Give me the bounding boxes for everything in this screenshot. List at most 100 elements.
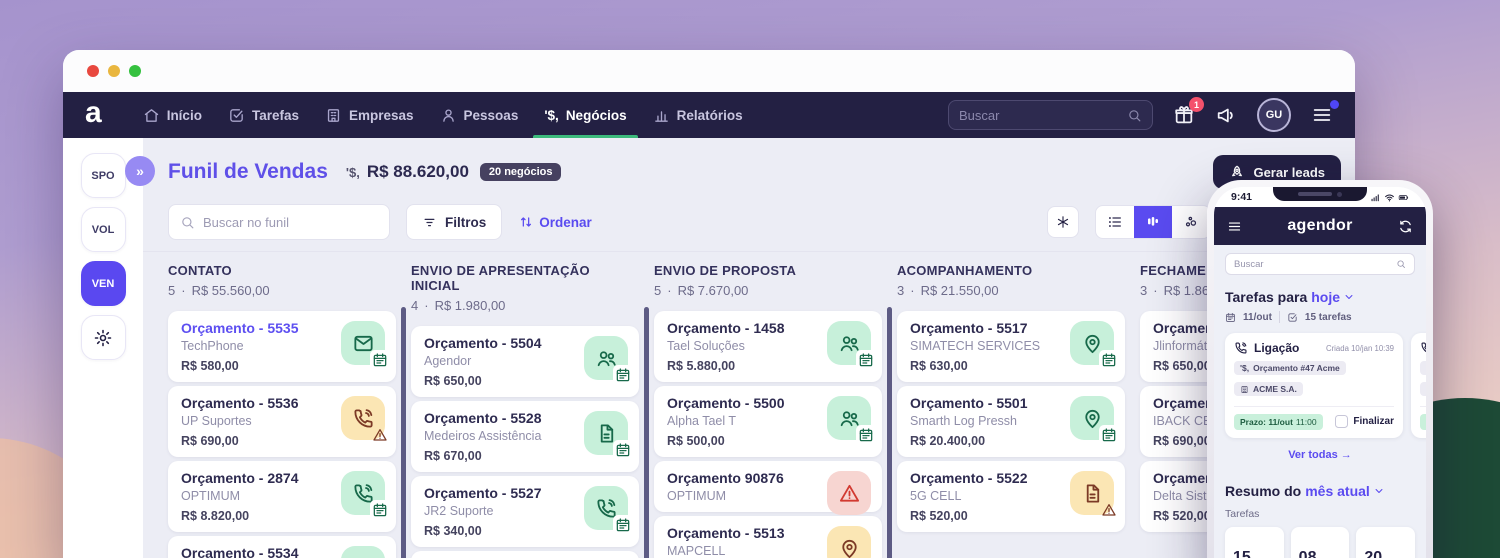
deal-card[interactable]: Orçamento - 1458Tael SoluçõesR$ 5.880,00 <box>654 311 882 382</box>
task-card[interactable]: Ligação Criada 10/jan 10:39 '$, Orçament… <box>1225 333 1403 438</box>
summary-card[interactable]: 20› <box>1356 527 1415 558</box>
calendar-badge-icon <box>856 425 876 445</box>
minimize-window-button[interactable] <box>108 65 120 77</box>
deal-status-icon <box>1070 396 1114 440</box>
deal-card[interactable]: Orçamento - 5534Stevuy <box>168 536 396 558</box>
deal-card[interactable]: Orçamento - 5501Smarth Log PresshR$ 20.4… <box>897 386 1125 457</box>
deal-card[interactable]: Orçamento - 5528Medeiros AssistênciaR$ 6… <box>411 401 639 472</box>
user-avatar[interactable]: GU <box>1257 98 1291 132</box>
finish-checkbox[interactable] <box>1335 415 1348 428</box>
column-scrollbar[interactable] <box>887 307 892 558</box>
column-sum: R$ 7.670,00 <box>678 283 749 298</box>
summary-heading-link[interactable]: mês atual <box>1305 483 1370 499</box>
bubble-view-button[interactable] <box>1172 206 1210 238</box>
task-card-partial[interactable]: Ligação Criada 10/jan 10:39 '$, Orçament… <box>1411 333 1426 438</box>
warn-icon <box>372 427 388 443</box>
filters-button[interactable]: Filtros <box>406 204 502 240</box>
nav-item-empresas[interactable]: Empresas <box>312 92 427 138</box>
deal-value: R$ 670,00 <box>424 449 569 464</box>
sidebar-funnel-vol[interactable]: VOL <box>81 207 126 252</box>
sort-button[interactable]: Ordenar <box>518 214 592 230</box>
column-sum: R$ 21.550,00 <box>921 283 999 298</box>
global-search-input[interactable]: Buscar <box>948 100 1153 130</box>
column-name: ENVIO DE PROPOSTA <box>654 263 882 278</box>
deal-status-icon <box>827 321 871 365</box>
summary-value: 20 <box>1364 549 1407 558</box>
menu-button[interactable] <box>1311 104 1333 126</box>
sidebar-funnel-ven[interactable]: VEN <box>81 261 126 306</box>
nav-item-inicio[interactable]: Início <box>130 92 215 138</box>
megaphone-icon <box>1215 104 1237 126</box>
nav-item-label: Negócios <box>566 108 627 123</box>
nav-item-tarefas[interactable]: Tarefas <box>215 92 312 138</box>
summary-card[interactable]: 15 <box>1225 527 1284 558</box>
deal-card[interactable]: Orçamento 90876OPTIMUM <box>654 461 882 512</box>
calendar-badge-icon <box>613 365 633 385</box>
deal-company: 5G CELL <box>910 489 1055 504</box>
column-scrollbar[interactable] <box>644 307 649 558</box>
sync-icon[interactable] <box>1398 219 1413 234</box>
phone-search-input[interactable]: Buscar <box>1225 253 1415 275</box>
deal-icon: '$, <box>544 108 558 123</box>
column-cards: Orçamento - 5504AgendorR$ 650,00Orçament… <box>411 326 639 558</box>
tasks-meta-row: 11/out 15 tarefas <box>1225 311 1415 323</box>
deal-card[interactable]: Orçamento - 5536UP SuportesR$ 690,00 <box>168 386 396 457</box>
close-window-button[interactable] <box>87 65 99 77</box>
deal-card[interactable]: Orçamento - 5517SIMATECH SERVICESR$ 630,… <box>897 311 1125 382</box>
deal-value: R$ 340,00 <box>424 524 569 539</box>
sidebar-funnel-spo[interactable]: SPO <box>81 153 126 198</box>
deal-card[interactable]: Orçamento - 5504AgendorR$ 650,00 <box>411 326 639 397</box>
deal-card[interactable]: Orçamento - 5535TechPhoneR$ 580,00 <box>168 311 396 382</box>
deal-company: OPTIMUM <box>667 489 812 504</box>
deal-card[interactable]: Orçamento - 5513MAPCELL <box>654 516 882 558</box>
deal-card[interactable]: Orçamento - 55225G CELLR$ 520,00 <box>897 461 1125 532</box>
hamburger-icon[interactable] <box>1227 219 1242 234</box>
task-type: Ligação <box>1254 341 1299 355</box>
expand-sidebar-button[interactable]: » <box>125 156 155 186</box>
column-scrollbar[interactable] <box>401 307 406 558</box>
column-meta: 5·R$ 55.560,00 <box>168 283 396 298</box>
deal-company: Smarth Log Pressh <box>910 414 1055 429</box>
nav-item-negocios[interactable]: '$, Negócios <box>531 92 639 138</box>
task-deadline-pill: Prazo: 11/out11:00 <box>1234 414 1323 430</box>
announcements-button[interactable] <box>1215 104 1237 126</box>
nav-item-label: Relatórios <box>677 108 743 123</box>
column-cards: Orçamento - 5535TechPhoneR$ 580,00Orçame… <box>168 311 396 558</box>
summary-card[interactable]: 08› <box>1291 527 1350 558</box>
board-column-contato: CONTATO5·R$ 55.560,00Orçamento - 5535Tec… <box>168 263 396 558</box>
column-meta: 3·R$ 21.550,00 <box>897 283 1125 298</box>
task-deal-tag[interactable]: '$, Orçamento #47 Acme <box>1420 361 1426 375</box>
funnel-title[interactable]: Funil de Vendas <box>168 160 328 184</box>
freeze-button[interactable] <box>1047 206 1079 238</box>
nav-item-pessoas[interactable]: Pessoas <box>427 92 532 138</box>
task-deal-tag[interactable]: '$, Orçamento #47 Acme <box>1234 361 1346 375</box>
task-company-tag[interactable]: ACME S.A. <box>1234 382 1303 396</box>
list-view-button[interactable] <box>1096 206 1134 238</box>
deal-company: UP Suportes <box>181 414 326 429</box>
deal-card[interactable]: Orçamento - 5527JR2 SuporteR$ 340,00 <box>411 476 639 547</box>
see-all-link[interactable]: Ver todas → <box>1214 449 1426 461</box>
task-company-tag[interactable]: ACME S.A. <box>1420 382 1426 396</box>
deal-card[interactable]: Orçamento - 5508MOBILE TECH <box>411 551 639 558</box>
calendar-badge-icon <box>370 500 390 520</box>
deal-title: Orçamento - 5528 <box>424 409 569 427</box>
column-count: 3 <box>1140 283 1147 298</box>
deal-status-icon <box>827 526 871 558</box>
search-icon <box>1127 108 1142 123</box>
warning-badge-icon <box>370 425 390 445</box>
column-name: ACOMPANHAMENTO <box>897 263 1125 278</box>
deal-card[interactable]: Orçamento - 5500Alpha Tael TR$ 500,00 <box>654 386 882 457</box>
deal-value: R$ 8.820,00 <box>181 509 326 524</box>
tasks-date: 11/out <box>1243 312 1272 323</box>
funnel-search-input[interactable]: Buscar no funil <box>168 204 390 240</box>
gift-button[interactable]: 1 <box>1173 104 1195 126</box>
kanban-view-button[interactable] <box>1134 206 1172 238</box>
filter-icon <box>422 215 437 230</box>
tasks-heading-link[interactable]: hoje <box>1311 289 1340 305</box>
deal-card[interactable]: Orçamento - 2874OPTIMUMR$ 8.820,00 <box>168 461 396 532</box>
maximize-window-button[interactable] <box>129 65 141 77</box>
sidebar-settings-button[interactable] <box>81 315 126 360</box>
nav-item-relatorios[interactable]: Relatórios <box>640 92 756 138</box>
deal-title: Orçamento - 5513 <box>667 524 812 542</box>
warning-badge-icon <box>1099 500 1119 520</box>
